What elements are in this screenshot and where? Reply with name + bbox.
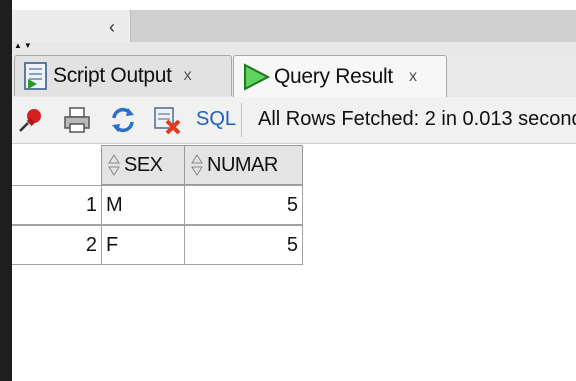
splitter-arrows-icon[interactable]: ▲▼ [14, 41, 34, 51]
refresh-icon[interactable] [108, 105, 138, 135]
chevron-left-icon[interactable]: ‹ [100, 16, 124, 38]
cell-numar[interactable]: 5 [184, 185, 303, 225]
column-header-label: SEX [124, 153, 163, 176]
column-header-sex[interactable]: SEX [101, 145, 185, 185]
cell-sex[interactable]: F [101, 225, 185, 265]
print-icon[interactable] [62, 105, 92, 135]
tab-query-result-label: Query Result [274, 64, 393, 88]
play-icon [244, 62, 270, 91]
sort-arrows-icon [108, 154, 120, 176]
horizontal-scrollbar[interactable]: ‹ [12, 10, 576, 42]
cell-numar[interactable]: 5 [184, 225, 303, 265]
window-left-edge [0, 0, 12, 381]
close-icon[interactable]: x [409, 68, 417, 86]
pin-icon[interactable] [16, 105, 46, 135]
tab-script-output-label: Script Output [53, 64, 172, 87]
column-header-label: NUMAR [207, 153, 278, 176]
script-output-icon [24, 62, 47, 90]
row-number: 2 [12, 225, 102, 265]
sql-button[interactable]: SQL [196, 108, 236, 131]
row-number: 1 [12, 185, 102, 225]
column-header-numar[interactable]: NUMAR [184, 145, 303, 185]
fetch-status: All Rows Fetched: 2 in 0.013 seconds [258, 108, 576, 130]
sort-arrows-icon [191, 154, 203, 176]
clear-icon[interactable] [152, 105, 182, 135]
tab-script-output[interactable]: Script Output x [14, 55, 232, 96]
close-icon[interactable]: x [184, 67, 192, 85]
tab-query-result[interactable]: Query Result x [233, 55, 447, 97]
query-result-panel: ‹ ▲▼ Script Output x Query Result x SQL … [12, 0, 576, 381]
cell-sex[interactable]: M [101, 185, 185, 225]
toolbar-divider [241, 103, 242, 137]
tab-bar: Script Output x Query Result x [12, 52, 576, 98]
scrollbar-track[interactable] [130, 10, 576, 42]
result-toolbar: SQL All Rows Fetched: 2 in 0.013 seconds [12, 97, 576, 144]
